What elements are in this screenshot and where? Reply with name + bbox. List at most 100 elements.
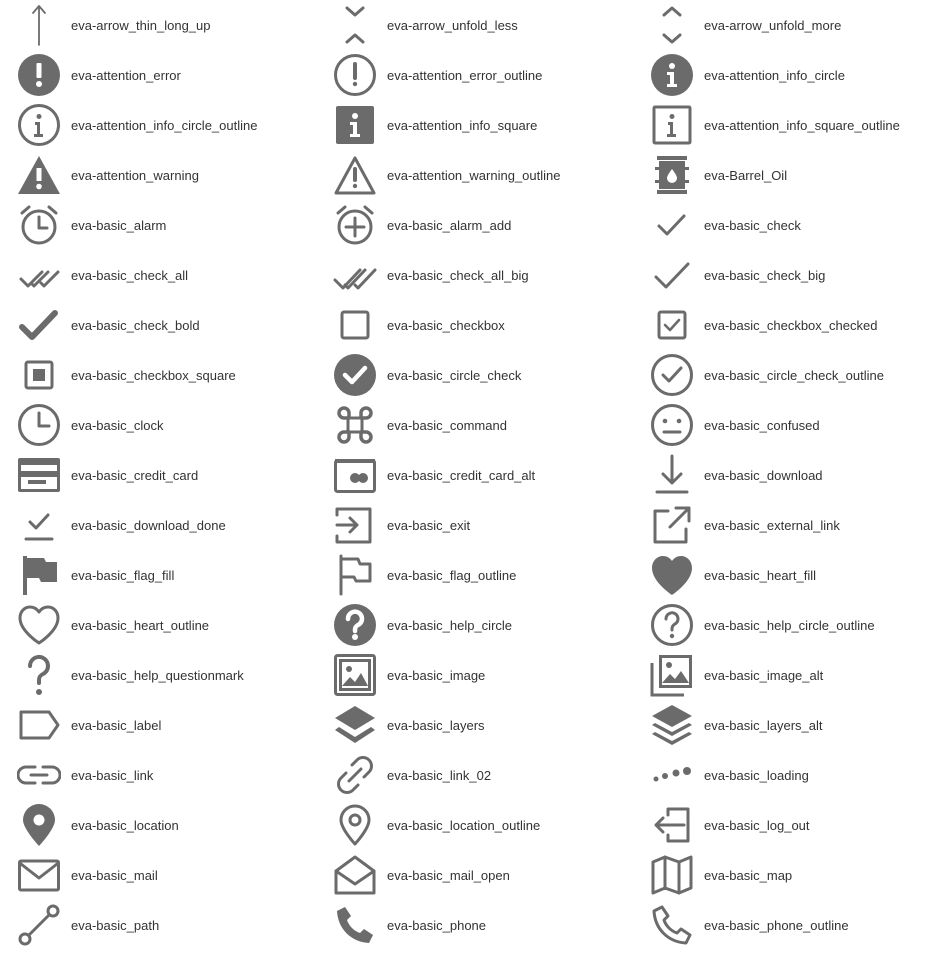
icon-label: eva-basic_link xyxy=(71,767,154,783)
icon-label: eva-basic_checkbox_square xyxy=(71,367,236,383)
icon-list-item: eva-attention_error xyxy=(17,50,181,100)
attention-info-square-icon xyxy=(333,103,377,147)
icon-list-item: eva-arrow_unfold_more xyxy=(650,0,841,50)
icon-list-item: eva-basic_map xyxy=(650,850,792,900)
icon-list-item: eva-basic_heart_fill xyxy=(650,550,816,600)
heart-outline-icon xyxy=(17,603,61,647)
icon-list-item: eva-basic_layers xyxy=(333,700,485,750)
icon-list-item: eva-basic_phone xyxy=(333,900,486,950)
command-icon xyxy=(333,403,377,447)
icon-label: eva-basic_check xyxy=(704,217,801,233)
icon-list-item: eva-basic_check_all xyxy=(17,250,188,300)
icon-list-item: eva-basic_exit xyxy=(333,500,470,550)
icon-label: eva-basic_alarm xyxy=(71,217,167,233)
label-icon xyxy=(17,703,61,747)
icon-label: eva-arrow_unfold_more xyxy=(704,17,842,33)
checkbox-icon xyxy=(333,303,377,347)
icon-label: eva-basic_checkbox xyxy=(387,317,505,333)
icon-list-item: eva-basic_alarm_add xyxy=(333,200,511,250)
image-alt-icon xyxy=(650,653,694,697)
attention-info-circle-icon xyxy=(650,53,694,97)
icon-label: eva-basic_loading xyxy=(704,767,809,783)
icon-list-item: eva-basic_help_circle xyxy=(333,600,512,650)
icon-list-item: eva-basic_confused xyxy=(650,400,820,450)
icon-list-item: eva-basic_circle_check_outline xyxy=(650,350,884,400)
icon-label: eva-attention_warning xyxy=(71,167,199,183)
attention-error-outline-icon xyxy=(333,53,377,97)
icon-label: eva-basic_image xyxy=(387,667,486,683)
icon-list-item: eva-basic_link_02 xyxy=(333,750,491,800)
icon-label: eva-basic_layers_alt xyxy=(704,717,823,733)
icon-list-item: eva-basic_location xyxy=(17,800,179,850)
icon-list-item: eva-basic_loading xyxy=(650,750,809,800)
icon-label: eva-basic_mail_open xyxy=(387,867,510,883)
alarm-add-icon xyxy=(333,203,377,247)
check-bold-icon xyxy=(17,303,61,347)
arrow-unfold-less-icon xyxy=(333,3,377,47)
icon-list-item: eva-basic_check xyxy=(650,200,801,250)
icon-label: eva-basic_circle_check xyxy=(387,367,522,383)
icon-label: eva-basic_alarm_add xyxy=(387,217,512,233)
icon-label: eva-basic_check_all xyxy=(71,267,189,283)
phone-icon xyxy=(333,903,377,947)
icon-label: eva-basic_heart_fill xyxy=(704,567,817,583)
icon-list-item: eva-basic_flag_fill xyxy=(17,550,174,600)
icon-label: eva-attention_warning_outline xyxy=(387,167,561,183)
icon-label: eva-basic_location_outline xyxy=(387,817,541,833)
icon-list-item: eva-basic_image xyxy=(333,650,485,700)
attention-info-square-outline-icon xyxy=(650,103,694,147)
icon-list-item: eva-Barrel_Oil xyxy=(650,150,787,200)
help-circle-icon xyxy=(333,603,377,647)
icon-list-item: eva-arrow_thin_long_up xyxy=(17,0,210,50)
icon-list-item: eva-attention_info_circle xyxy=(650,50,845,100)
icon-list-item: eva-basic_checkbox_checked xyxy=(650,300,877,350)
checkbox-square-icon xyxy=(17,353,61,397)
log-out-icon xyxy=(650,803,694,847)
icon-list-item: eva-basic_label xyxy=(17,700,161,750)
icon-grid: eva-arrow_thin_long_up eva-arrow_unfold_l… xyxy=(0,0,938,961)
icon-label: eva-basic_map xyxy=(704,867,793,883)
icon-label: eva-arrow_unfold_less xyxy=(387,17,518,33)
icon-list-item: eva-basic_clock xyxy=(17,400,164,450)
attention-warning-icon xyxy=(17,153,61,197)
barrel-oil-icon xyxy=(650,153,694,197)
icon-list-item: eva-basic_check_big xyxy=(650,250,825,300)
link-icon xyxy=(17,753,61,797)
loading-icon xyxy=(650,753,694,797)
confused-icon xyxy=(650,403,694,447)
icon-list-item: eva-attention_info_square_outline xyxy=(650,100,900,150)
check-big-icon xyxy=(650,253,694,297)
icon-label: eva-attention_error_outline xyxy=(387,67,543,83)
icon-label: eva-basic_help_circle_outline xyxy=(704,617,875,633)
icon-list-item: eva-basic_image_alt xyxy=(650,650,823,700)
icon-list-item: eva-attention_info_circle_outline xyxy=(17,100,257,150)
icon-list-item: eva-basic_download_done xyxy=(17,500,226,550)
icon-list-item: eva-basic_external_link xyxy=(650,500,840,550)
attention-warning-outline-icon xyxy=(333,153,377,197)
icon-list-item: eva-basic_log_out xyxy=(650,800,810,850)
attention-error-icon xyxy=(17,53,61,97)
icon-label: eva-basic_exit xyxy=(387,517,471,533)
icon-label: eva-basic_credit_card_alt xyxy=(387,467,536,483)
map-icon xyxy=(650,853,694,897)
icon-label: eva-Barrel_Oil xyxy=(704,167,788,183)
icon-label: eva-basic_mail xyxy=(71,867,158,883)
icon-label: eva-attention_info_square xyxy=(387,117,538,133)
icon-label: eva-basic_check_all_big xyxy=(387,267,529,283)
alarm-icon xyxy=(17,203,61,247)
icon-list-item: eva-basic_phone_outline xyxy=(650,900,849,950)
icon-list-item: eva-basic_help_circle_outline xyxy=(650,600,875,650)
icon-list-item: eva-basic_flag_outline xyxy=(333,550,516,600)
icon-label: eva-basic_credit_card xyxy=(71,467,199,483)
check-icon xyxy=(650,203,694,247)
icon-label: eva-attention_info_circle xyxy=(704,67,845,83)
exit-icon xyxy=(333,503,377,547)
icon-label: eva-basic_clock xyxy=(71,417,164,433)
arrow-unfold-more-icon xyxy=(650,3,694,47)
icon-label: eva-basic_download_done xyxy=(71,517,226,533)
icon-label: eva-basic_download xyxy=(704,467,823,483)
download-icon xyxy=(650,453,694,497)
credit-card-icon xyxy=(17,453,61,497)
icon-label: eva-basic_confused xyxy=(704,417,820,433)
icon-label: eva-basic_check_bold xyxy=(71,317,200,333)
